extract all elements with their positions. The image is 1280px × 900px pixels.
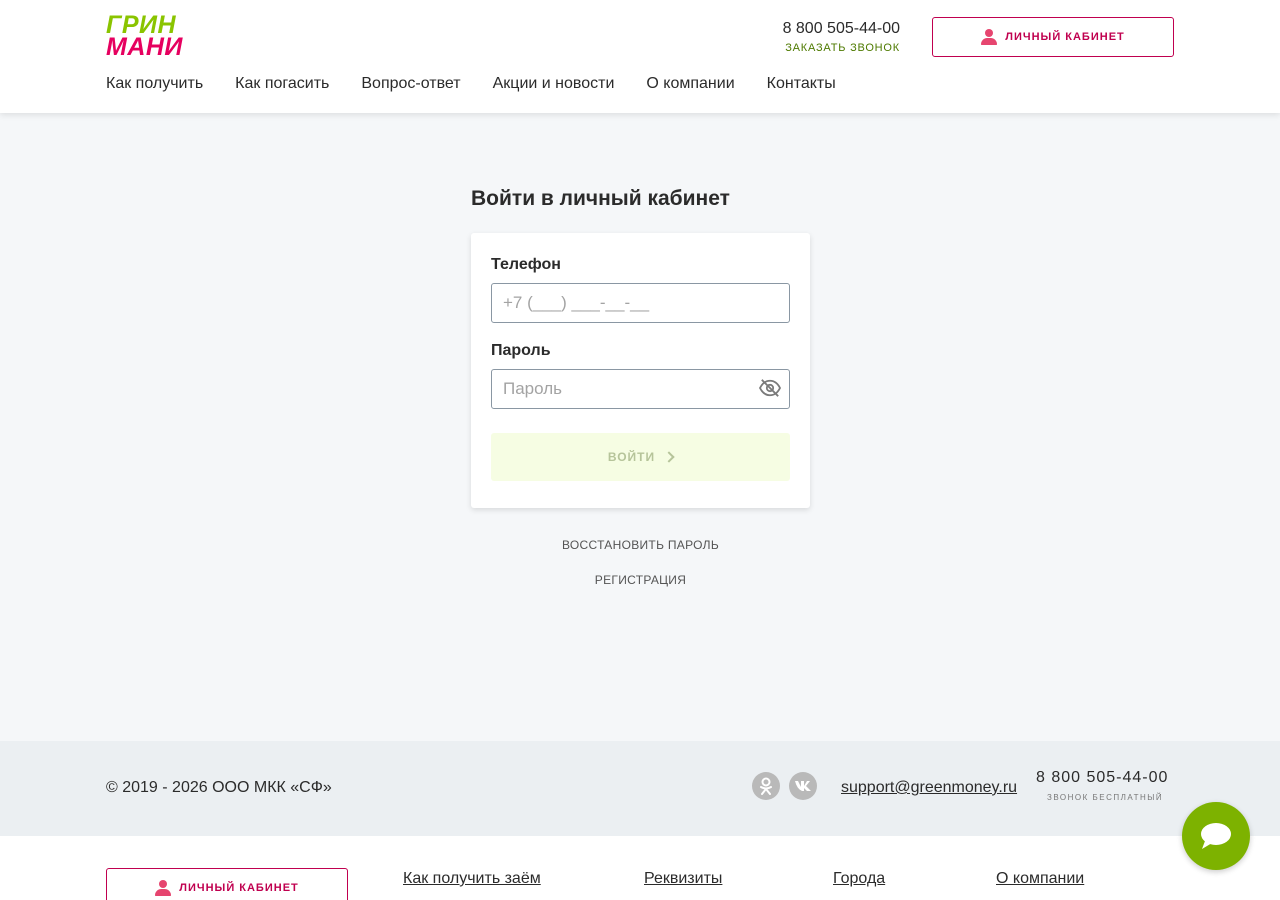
site-header: ГРИН МАНИ 8 800 505-44-00 ЗАКАЗАТЬ ЗВОНО… [0, 0, 1280, 113]
logo-line-2: МАНИ [106, 33, 183, 61]
nav-item-news[interactable]: Акции и новости [493, 75, 615, 93]
personal-account-label: ЛИЧНЫЙ КАБИНЕТ [1005, 31, 1125, 43]
footer-contacts: © 2019 - 2026 ООО МКК «СФ» support@green… [0, 741, 1280, 836]
page-title: Войти в личный кабинет [471, 187, 730, 210]
restore-password-link[interactable]: ВОССТАНОВИТЬ ПАРОЛЬ [471, 538, 810, 552]
callback-link[interactable]: ЗАКАЗАТЬ ЗВОНОК [783, 42, 900, 54]
footer-link-cities[interactable]: Города [833, 870, 885, 888]
copyright: © 2019 - 2026 ООО МКК «СФ» [106, 779, 332, 796]
password-input[interactable] [491, 369, 790, 409]
footer-links: ЛИЧНЫЙ КАБИНЕТ Как получить заём Реквизи… [0, 836, 1280, 900]
footer-link-requisites[interactable]: Реквизиты [644, 870, 722, 888]
footer-link-get-loan[interactable]: Как получить заём [403, 870, 541, 888]
support-email-link[interactable]: support@greenmoney.ru [841, 779, 1017, 797]
chat-button[interactable] [1182, 802, 1250, 870]
header-phone[interactable]: 8 800 505-44-00 [783, 20, 900, 38]
user-icon [981, 29, 998, 45]
main-nav: Как получить Как погасить Вопрос-ответ А… [106, 75, 836, 93]
header-phone-block: 8 800 505-44-00 ЗАКАЗАТЬ ЗВОНОК [783, 20, 900, 54]
login-button[interactable]: ВОЙТИ [491, 433, 790, 481]
eye-off-icon[interactable] [759, 378, 781, 398]
footer-phone[interactable]: 8 800 505-44-00 [1036, 769, 1168, 787]
nav-item-about[interactable]: О компании [646, 75, 734, 93]
footer-phone-note: ЗВОНОК БЕСПЛАТНЫЙ [1047, 793, 1164, 802]
phone-label: Телефон [491, 256, 561, 273]
nav-item-contacts[interactable]: Контакты [767, 75, 836, 93]
user-icon [155, 880, 172, 896]
nav-item-how-to-repay[interactable]: Как погасить [235, 75, 329, 93]
nav-item-faq[interactable]: Вопрос-ответ [361, 75, 460, 93]
footer-link-about[interactable]: О компании [996, 870, 1084, 888]
logo[interactable]: ГРИН МАНИ [106, 13, 201, 61]
phone-input[interactable] [491, 283, 790, 323]
footer-personal-account-button[interactable]: ЛИЧНЫЙ КАБИНЕТ [106, 868, 348, 900]
odnoklassniki-icon[interactable] [752, 772, 780, 800]
vk-icon[interactable] [789, 772, 817, 800]
personal-account-button[interactable]: ЛИЧНЫЙ КАБИНЕТ [932, 17, 1174, 57]
login-button-label: ВОЙТИ [607, 450, 656, 464]
footer-personal-account-label: ЛИЧНЫЙ КАБИНЕТ [179, 882, 299, 894]
nav-item-how-to-get[interactable]: Как получить [106, 75, 203, 93]
register-link[interactable]: РЕГИСТРАЦИЯ [471, 573, 810, 587]
password-label: Пароль [491, 342, 551, 359]
chat-bubble-icon [1201, 823, 1231, 849]
login-card: Телефон Пароль ВОЙТИ [471, 233, 810, 508]
chevron-right-icon [663, 451, 675, 463]
